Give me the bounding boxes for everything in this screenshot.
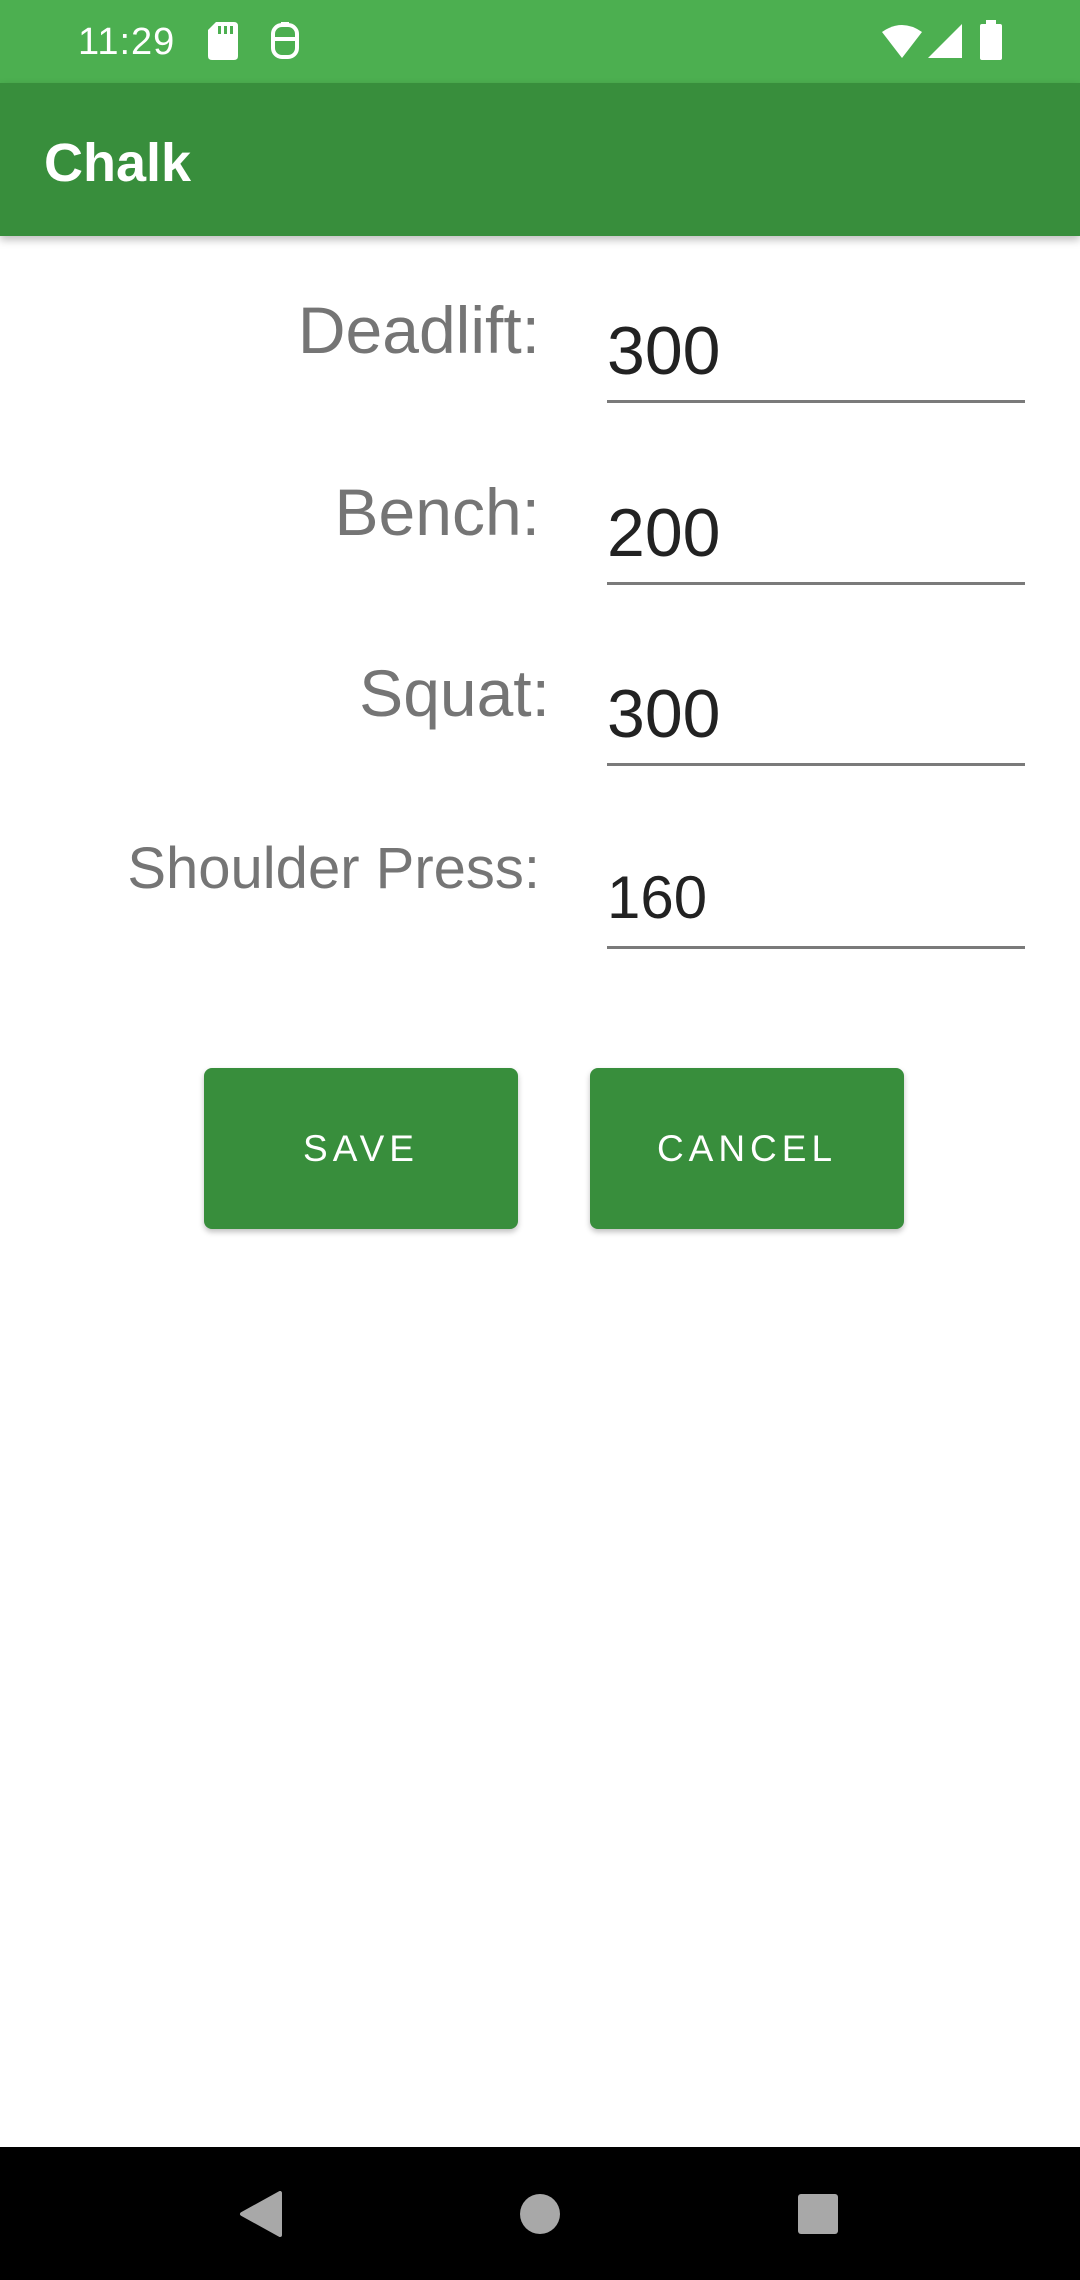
home-button[interactable] — [460, 2147, 620, 2280]
deadlift-label: Deadlift: — [297, 293, 540, 367]
recents-icon — [798, 2193, 838, 2234]
shoulder-press-row: Shoulder Press: — [0, 832, 1080, 992]
squat-row: Squat: — [0, 651, 1080, 811]
app-title: Chalk — [44, 133, 192, 193]
status-bar: 11:29 — [0, 0, 1080, 83]
home-icon — [519, 2193, 561, 2235]
shoulder-press-input[interactable] — [607, 854, 1025, 949]
battery-icon — [980, 20, 1002, 60]
deadlift-row: Deadlift: — [0, 288, 1080, 448]
squat-input[interactable] — [607, 671, 1025, 766]
cancel-button[interactable]: CANCEL — [590, 1068, 904, 1229]
signal-icon — [928, 24, 962, 58]
shoulder-press-label: Shoulder Press: — [127, 836, 540, 901]
app-bar: Chalk — [0, 83, 1080, 236]
deadlift-input[interactable] — [607, 308, 1025, 403]
navigation-bar — [0, 2147, 1080, 2280]
bench-row: Bench: — [0, 470, 1080, 630]
bench-input[interactable] — [607, 490, 1025, 585]
bench-label: Bench: — [334, 475, 540, 549]
debug-icon — [270, 22, 300, 60]
wifi-icon — [882, 24, 922, 58]
status-time: 11:29 — [78, 21, 176, 63]
back-icon — [238, 2190, 282, 2237]
recents-button[interactable] — [738, 2147, 898, 2280]
save-button[interactable]: SAVE — [204, 1068, 518, 1229]
squat-label: Squat: — [359, 656, 550, 730]
back-button[interactable] — [180, 2147, 340, 2280]
sd-card-icon — [208, 22, 238, 60]
